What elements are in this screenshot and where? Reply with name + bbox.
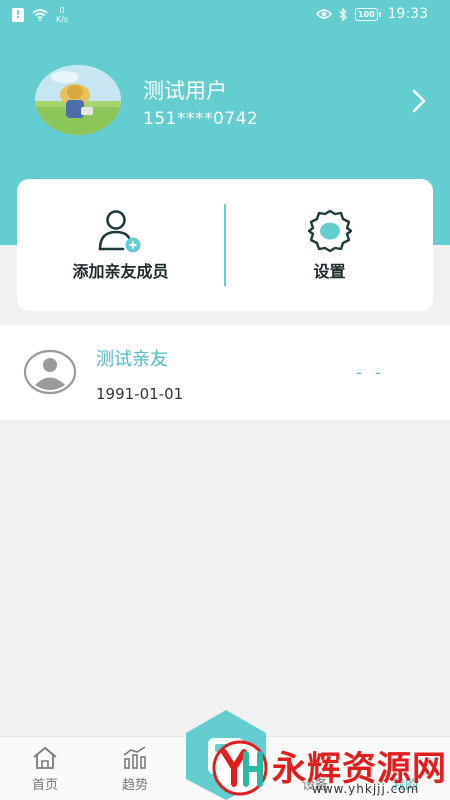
relative-value: - - (356, 363, 385, 382)
speed-value: 0 (59, 6, 65, 15)
watermark: 永辉资源网 www.yhkjjj.com (212, 738, 450, 800)
status-right: 100 19:33 (315, 6, 428, 22)
nav-home[interactable]: 首页 (10, 737, 80, 800)
settings-button[interactable]: 设置 (226, 179, 433, 311)
relative-name: 测试亲友 (96, 349, 168, 370)
status-time: 19:33 (387, 6, 428, 22)
home-icon (33, 747, 57, 769)
relative-list-item[interactable]: 测试亲友 1991-01-01 - - (0, 325, 450, 420)
battery-indicator: 100 (354, 7, 381, 21)
actions-card: 添加亲友成员 设置 (17, 179, 433, 311)
network-speed: 0 K/s (56, 6, 68, 24)
settings-label: 设置 (313, 262, 346, 281)
default-avatar-icon (23, 349, 77, 395)
nav-trend-label: 趋势 (121, 778, 148, 793)
chevron-right-icon[interactable] (406, 88, 432, 114)
add-person-icon (98, 210, 140, 253)
status-bar: ! 0 K/s 100 19:33 (0, 0, 450, 30)
nav-home-label: 首页 (31, 778, 58, 793)
eye-icon (315, 9, 332, 19)
gear-icon (307, 209, 352, 253)
user-avatar[interactable] (35, 65, 121, 135)
bluetooth-icon (339, 7, 347, 21)
wifi-icon (32, 9, 48, 21)
add-family-member-button[interactable]: 添加亲友成员 (17, 179, 224, 311)
trend-chart-icon (123, 746, 146, 769)
user-name: 测试用户 (143, 79, 227, 103)
status-left: ! 0 K/s (12, 6, 68, 24)
notification-alert-icon: ! (12, 8, 24, 22)
nav-trend[interactable]: 趋势 (100, 737, 170, 800)
speed-unit: K/s (56, 15, 69, 24)
watermark-url: www.yhkjjj.com (312, 782, 420, 796)
watermark-logo-icon (212, 740, 268, 796)
avatar-illustration (35, 65, 121, 135)
user-phone: 151****0742 (143, 109, 259, 129)
add-family-member-label: 添加亲友成员 (72, 262, 169, 281)
relative-birthday: 1991-01-01 (96, 385, 184, 403)
